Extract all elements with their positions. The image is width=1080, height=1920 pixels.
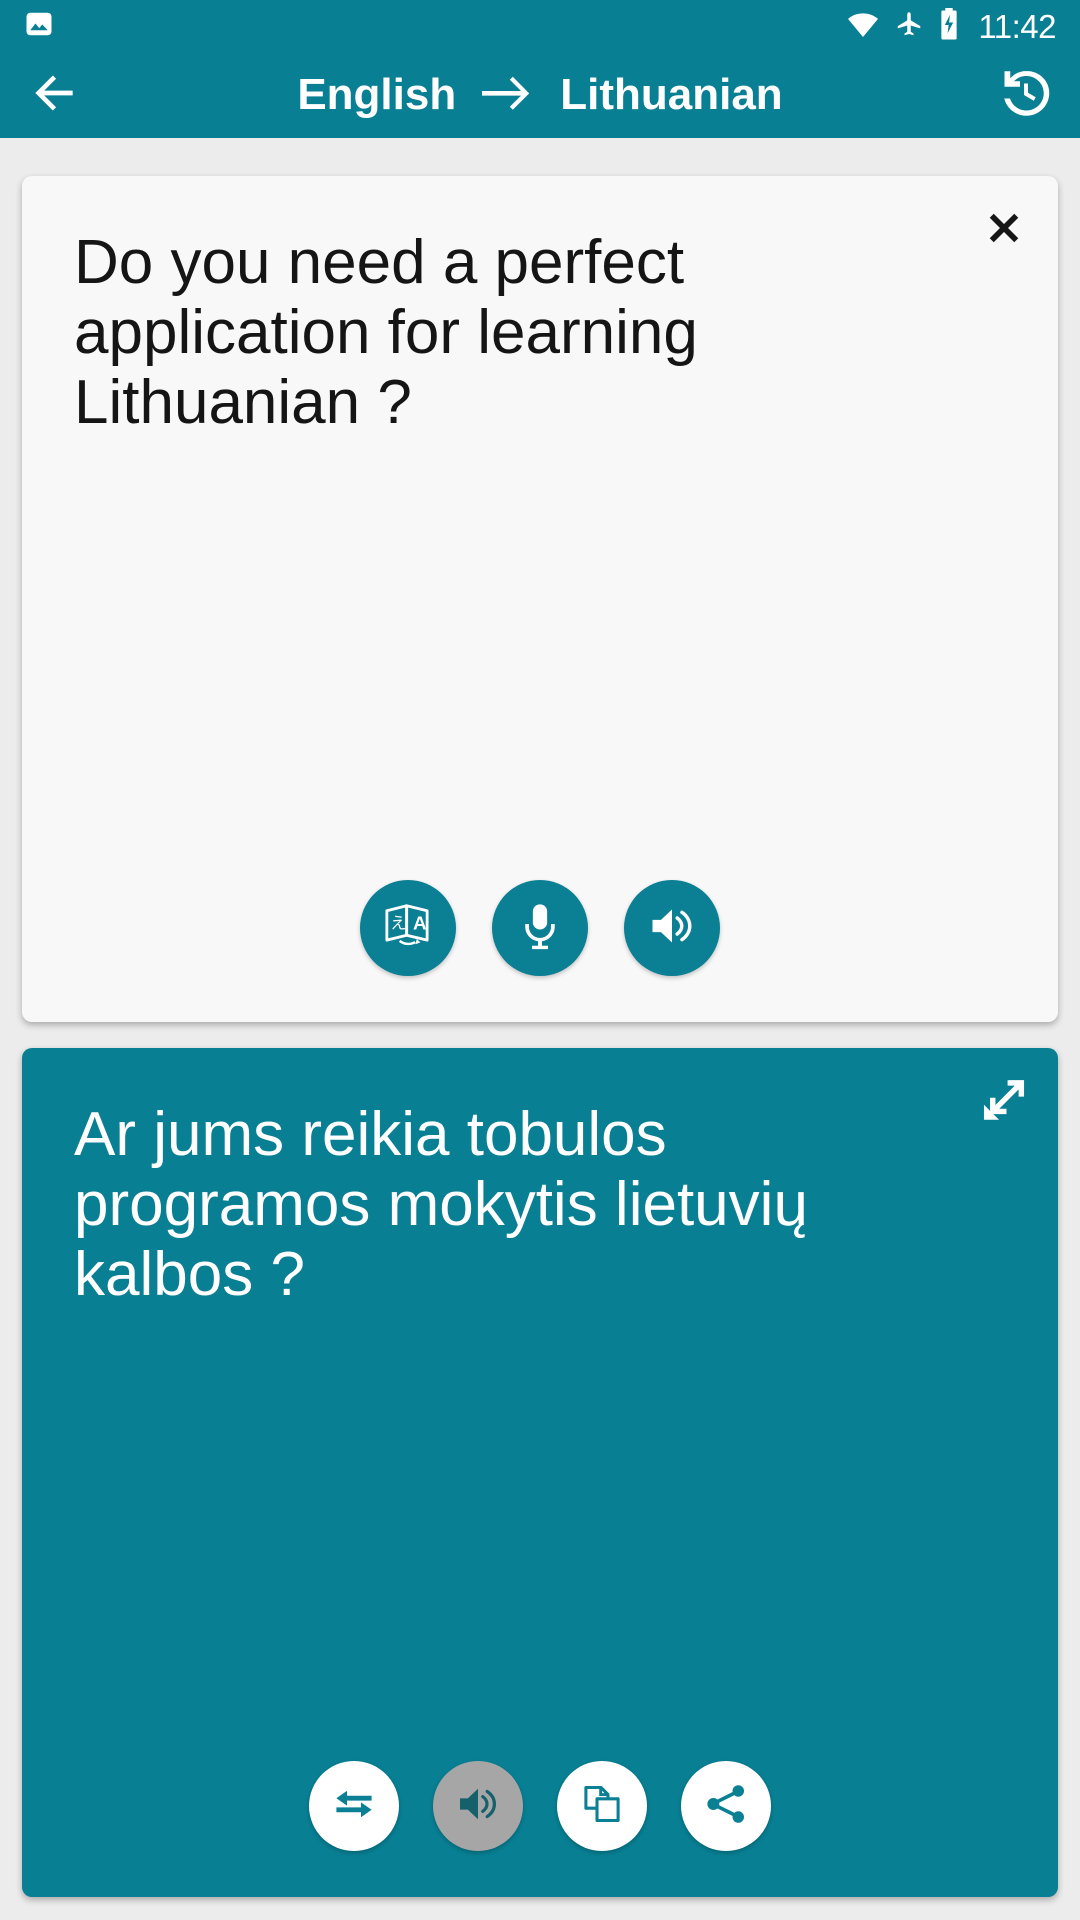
svg-text:A: A [413,913,427,934]
translated-text[interactable]: Ar jums reikia tobulos programos mokytis… [22,1048,1058,1310]
copy-icon [579,1781,625,1832]
back-button[interactable] [0,52,108,138]
share-icon [703,1781,749,1832]
speak-source-button[interactable] [624,880,720,976]
expand-icon [977,1073,1031,1132]
status-bar-clock: 11:42 [978,7,1056,45]
airplane-mode-icon [894,9,924,44]
translator-screen: 11:42 English Lithuanian Do you need a p… [0,0,1080,1920]
translate-dictionary-button[interactable]: A え [360,880,456,976]
back-arrow-icon [26,65,82,126]
status-bar-right: 11:42 [846,7,1056,45]
right-arrow-icon [482,75,534,115]
translate-icon: A え [381,899,435,958]
source-text-card[interactable]: Do you need a perfect application for le… [22,176,1058,1022]
target-language-label: Lithuanian [560,70,783,119]
app-bar: English Lithuanian [0,52,1080,138]
close-icon [982,206,1026,255]
clear-source-button[interactable] [950,176,1058,284]
source-language-label: English [297,70,457,119]
status-bar-left [24,9,54,44]
status-bar: 11:42 [0,0,1080,52]
speak-translation-button[interactable] [433,1761,523,1851]
svg-text:え: え [390,914,406,932]
source-text[interactable]: Do you need a perfect application for le… [22,176,1058,438]
translation-action-row [22,1761,1058,1851]
swap-languages-button[interactable] [309,1761,399,1851]
expand-translation-button[interactable] [950,1048,1058,1156]
source-action-row: A え [22,880,1058,976]
language-pair-title[interactable]: English Lithuanian [108,73,972,117]
translation-card[interactable]: Ar jums reikia tobulos programos mokytis… [22,1048,1058,1897]
image-notification-icon [24,9,54,44]
voice-input-button[interactable] [492,880,588,976]
wifi-icon [846,9,880,44]
swap-arrows-icon [330,1780,378,1833]
history-icon [996,63,1056,128]
speaker-icon [454,1780,502,1833]
share-button[interactable] [681,1761,771,1851]
battery-charging-icon [938,7,960,45]
microphone-icon [514,900,566,957]
speaker-icon [646,900,698,957]
history-button[interactable] [972,52,1080,138]
copy-button[interactable] [557,1761,647,1851]
